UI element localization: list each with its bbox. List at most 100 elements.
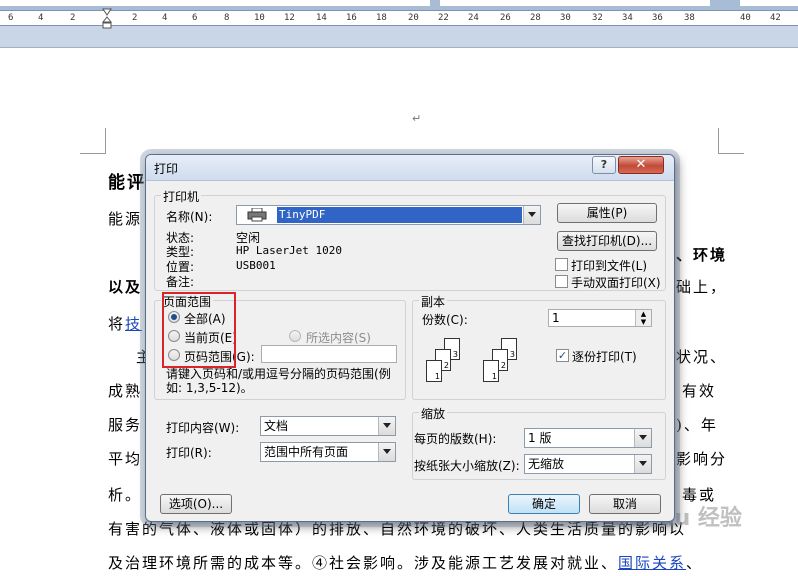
manual-duplex-label: 手动双面打印(X) (571, 276, 661, 290)
printer-type-value: HP LaserJet 1020 (236, 244, 342, 257)
doc-text: 、 (686, 554, 704, 572)
ruler-top-strip-segment (0, 0, 430, 6)
ruler-mark: 12 (284, 13, 295, 23)
printer-name-label: 名称(N): (166, 210, 213, 224)
ruler-mark: 20 (408, 13, 419, 23)
doc-fragment: )、年 (676, 416, 718, 434)
horizontal-ruler[interactable]: 6 4 2 2 4 6 8 10 12 14 16 18 20 22 24 26… (0, 10, 798, 26)
options-button[interactable]: 选项(O)... (160, 494, 232, 514)
ruler-top-strip (0, 0, 798, 10)
print-what-select[interactable]: 文档 (260, 416, 396, 436)
doc-fragment: 状况、 (676, 348, 728, 366)
ruler-mark: 36 (652, 13, 663, 23)
dropdown-arrow-icon[interactable] (378, 443, 395, 461)
ruler-mark: 26 (500, 13, 511, 23)
doc-line: 析。 (108, 486, 143, 504)
doc-line: 能评 (108, 173, 146, 193)
copies-count-value: 1 (552, 311, 560, 325)
ruler-mark: 6 (8, 13, 14, 23)
ruler-mark: 28 (530, 13, 541, 23)
dropdown-arrow-icon[interactable] (634, 429, 651, 447)
doc-text: 将 (108, 315, 126, 333)
doc-fragment: 影响分 (676, 450, 728, 468)
doc-link[interactable]: 技 (125, 315, 142, 333)
doc-link[interactable]: 国际关系 (618, 554, 686, 572)
pages-per-sheet-value: 1 版 (528, 431, 552, 445)
ok-button[interactable]: 确定 (508, 494, 580, 514)
pages-per-sheet-select[interactable]: 1 版 (524, 428, 652, 448)
ruler-mark: 34 (622, 13, 633, 23)
ruler-mark: 4 (162, 13, 168, 23)
doc-line: 能源 (108, 210, 143, 228)
page-icon: 1 (426, 360, 442, 382)
dialog-title: 打印 (154, 162, 179, 176)
printer-comment-label: 备注: (166, 275, 195, 289)
ruler-mark: 40 (740, 13, 751, 23)
scale-to-paper-select[interactable]: 无缩放 (524, 454, 652, 474)
copies-count-label: 份数(C): (422, 313, 468, 327)
copies-count-input[interactable]: 1 ▲ ▼ (548, 309, 652, 327)
ruler-mark: 18 (376, 13, 387, 23)
ruler-mark: 16 (346, 13, 357, 23)
printer-icon (247, 208, 267, 222)
doc-fragment: 础上， (676, 278, 728, 296)
ruler-mark: 30 (560, 13, 571, 23)
page-range-selection-label: 所选内容(S) (306, 331, 371, 345)
doc-line: 平均 (108, 450, 143, 468)
ruler-mark: 4 (38, 13, 44, 23)
ruler-mark: 10 (254, 13, 265, 23)
doc-line: 以及 (108, 278, 143, 296)
dropdown-arrow-icon[interactable] (378, 417, 395, 435)
ruler-bar: 6 4 2 2 4 6 8 10 12 14 16 18 20 22 24 26… (0, 0, 798, 48)
doc-line: 及治理环境所需的成本等。④社会影响。涉及能源工艺发展对就业、国际关系、 (108, 552, 703, 573)
first-line-indent-marker-icon[interactable] (102, 8, 112, 30)
ruler-mark: 42 (770, 13, 781, 23)
ruler-top-strip-segment (740, 0, 798, 6)
help-button[interactable]: ? (592, 156, 616, 174)
scale-to-paper-label: 按纸张大小缩放(Z): (414, 459, 520, 473)
print-to-file-checkbox[interactable] (555, 258, 568, 271)
ruler-mark: 14 (316, 13, 327, 23)
margin-corner-mark (80, 128, 106, 154)
collate-checkbox[interactable]: ✓ (556, 349, 569, 362)
ruler-mark: 8 (224, 13, 230, 23)
dialog-titlebar[interactable]: 打印 ? ✕ (146, 155, 674, 181)
printer-properties-button[interactable]: 属性(P) (557, 203, 657, 223)
printer-name-value: TinyPDF (277, 207, 522, 223)
print-to-file-label: 打印到文件(L) (571, 259, 648, 273)
copies-legend: 副本 (419, 293, 448, 310)
pages-per-sheet-label: 每页的版数(H): (414, 432, 497, 446)
doc-line: 成熟 (108, 382, 143, 400)
find-printer-button[interactable]: 查找打印机(D)... (557, 231, 657, 251)
cancel-button[interactable]: 取消 (589, 494, 661, 514)
page-range-hint: 请键入页码和/或用逗号分隔的页码范围(例如: 1,3,5-12)。 (166, 367, 391, 395)
page-range-selection-radio[interactable] (289, 330, 301, 342)
print-dialog: 打印 ? ✕ 打印机 名称(N): TinyPDF 属性(P) 状态: 空闲 类… (145, 154, 675, 522)
ruler-mark: 22 (438, 13, 449, 23)
print-pages-label: 打印(R): (166, 446, 212, 460)
ruler-mark: 6 (192, 13, 198, 23)
spinner-arrows-icon[interactable]: ▲ ▼ (635, 310, 651, 326)
print-what-label: 打印内容(W): (166, 421, 240, 435)
doc-text: 及治理环境所需的成本等。④社会影响。涉及能源工艺发展对就业、 (108, 554, 619, 572)
printer-name-select[interactable]: TinyPDF (236, 205, 541, 225)
manual-duplex-checkbox[interactable] (555, 275, 568, 288)
ruler-top-strip-segment (440, 0, 710, 6)
ruler-bottom-strip (0, 30, 798, 48)
ruler-mark: 38 (684, 13, 695, 23)
dropdown-arrow-icon[interactable] (634, 455, 651, 473)
page-range-input[interactable] (261, 345, 397, 363)
doc-fragment: 有效 (682, 382, 717, 400)
dropdown-arrow-icon[interactable] (523, 206, 540, 224)
page-icon: 1 (483, 360, 499, 382)
highlight-annotation-box (162, 292, 236, 368)
doc-fragment: 、环境 (676, 246, 728, 264)
ruler-mark: 2 (132, 13, 138, 23)
print-pages-select[interactable]: 范围中所有页面 (260, 442, 396, 462)
printer-group-legend: 打印机 (161, 188, 202, 205)
close-button[interactable]: ✕ (618, 156, 664, 174)
scale-to-paper-value: 无缩放 (528, 457, 565, 471)
zoom-legend: 缩放 (419, 405, 448, 422)
collate-label: 逐份打印(T) (572, 350, 637, 364)
doc-line: 服务 (108, 416, 143, 434)
